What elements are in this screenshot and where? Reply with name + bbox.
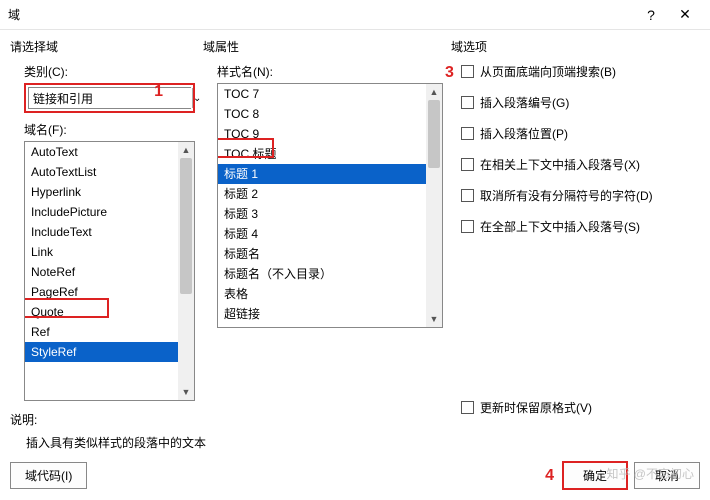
list-item[interactable]: 超链接	[218, 304, 426, 324]
footer: 说明: 插入具有类似样式的段落中的文本 域代码(I) 4 确定 取消	[0, 403, 710, 500]
list-item[interactable]: 标题名（不入目录）	[218, 264, 426, 284]
checkbox-icon	[461, 127, 474, 140]
checkbox-icon	[461, 65, 474, 78]
scroll-up-icon[interactable]: ▲	[178, 142, 194, 158]
close-button[interactable]: ✕	[668, 4, 702, 26]
fieldname-listbox[interactable]: 2 AutoTextAutoTextListHyperlinkIncludePi…	[24, 141, 195, 401]
stylename-listbox[interactable]: TOC 7TOC 8TOC 9TOC 标题标题 1标题 2标题 3标题 4标题名…	[217, 83, 443, 328]
option-checkbox[interactable]: 在相关上下文中插入段落号(X)	[461, 156, 700, 173]
list-item[interactable]: Quote	[25, 302, 178, 322]
list-item[interactable]: TOC 7	[218, 84, 426, 104]
callout-4: 4	[545, 467, 554, 485]
list-item[interactable]: 标题名	[218, 244, 426, 264]
callout-1: 1	[154, 83, 163, 101]
scroll-thumb[interactable]	[180, 158, 192, 294]
scrollbar[interactable]: ▲ ▼	[178, 142, 194, 400]
list-item[interactable]: IncludePicture	[25, 202, 178, 222]
chevron-down-icon[interactable]: ⌄	[192, 88, 201, 108]
help-button[interactable]: ?	[634, 4, 668, 26]
list-item[interactable]: 标题 3	[218, 204, 426, 224]
list-item[interactable]: 段	[218, 324, 426, 327]
scrollbar[interactable]: ▲ ▼	[426, 84, 442, 327]
option-label: 从页面底端向顶端搜索(B)	[480, 63, 616, 80]
titlebar: 域 ? ✕	[0, 0, 710, 30]
list-item[interactable]: TOC 9	[218, 124, 426, 144]
description-text: 插入具有类似样式的段落中的文本	[26, 434, 700, 451]
option-checkbox[interactable]: 在全部上下文中插入段落号(S)	[461, 218, 700, 235]
list-item[interactable]: StyleRef	[25, 342, 178, 362]
checkbox-icon	[461, 96, 474, 109]
list-item[interactable]: NoteRef	[25, 262, 178, 282]
list-item[interactable]: 表格	[218, 284, 426, 304]
list-item[interactable]: 标题 2	[218, 184, 426, 204]
checkbox-icon	[461, 220, 474, 233]
list-item[interactable]: AutoTextList	[25, 162, 178, 182]
ok-button[interactable]: 确定	[562, 461, 628, 490]
list-item[interactable]: IncludeText	[25, 222, 178, 242]
scroll-up-icon[interactable]: ▲	[426, 84, 442, 100]
option-label: 在相关上下文中插入段落号(X)	[480, 156, 640, 173]
select-field-header: 请选择域	[10, 38, 195, 55]
callout-3: 3	[445, 64, 454, 82]
list-item[interactable]: 标题 4	[218, 224, 426, 244]
category-combo[interactable]: ⌄	[28, 87, 191, 109]
field-properties-panel: 域属性 样式名(N): 3 TOC 7TOC 8TOC 9TOC 标题标题 1标…	[203, 36, 443, 430]
option-checkbox[interactable]: 取消所有没有分隔符号的字符(D)	[461, 187, 700, 204]
option-checkbox[interactable]: 插入段落位置(P)	[461, 125, 700, 142]
category-label: 类别(C):	[24, 63, 195, 80]
window-title: 域	[8, 6, 20, 23]
callout-2: 2	[97, 141, 106, 146]
checkbox-icon	[461, 158, 474, 171]
fieldname-label: 域名(F):	[24, 121, 195, 138]
option-checkbox[interactable]: 插入段落编号(G)	[461, 94, 700, 111]
option-label: 在全部上下文中插入段落号(S)	[480, 218, 640, 235]
description-label: 说明:	[10, 411, 700, 428]
list-item[interactable]: Link	[25, 242, 178, 262]
list-item[interactable]: PageRef	[25, 282, 178, 302]
list-item[interactable]: Hyperlink	[25, 182, 178, 202]
category-input[interactable]	[29, 88, 192, 108]
list-item[interactable]: Ref	[25, 322, 178, 342]
cancel-button[interactable]: 取消	[634, 462, 700, 489]
field-options-panel: 域选项 从页面底端向顶端搜索(B) 插入段落编号(G) 插入段落位置(P) 在相关上下…	[451, 36, 700, 430]
stylename-label: 样式名(N):	[217, 63, 443, 80]
scroll-down-icon[interactable]: ▼	[178, 384, 194, 400]
scroll-thumb[interactable]	[428, 100, 440, 168]
list-item[interactable]: TOC 标题	[218, 144, 426, 164]
checkbox-icon	[461, 189, 474, 202]
field-properties-header: 域属性	[203, 38, 443, 55]
select-field-panel: 请选择域 类别(C): 1 ⌄ 域名(F): 2 AutoTextAutoTex…	[10, 36, 195, 430]
list-item[interactable]: TOC 8	[218, 104, 426, 124]
option-label: 取消所有没有分隔符号的字符(D)	[480, 187, 653, 204]
scroll-down-icon[interactable]: ▼	[426, 311, 442, 327]
field-codes-button[interactable]: 域代码(I)	[10, 462, 87, 489]
option-label: 插入段落编号(G)	[480, 94, 569, 111]
dialog-body: 请选择域 类别(C): 1 ⌄ 域名(F): 2 AutoTextAutoTex…	[0, 30, 710, 430]
field-options-header: 域选项	[451, 38, 700, 55]
option-label: 插入段落位置(P)	[480, 125, 568, 142]
option-checkbox[interactable]: 从页面底端向顶端搜索(B)	[461, 63, 700, 80]
category-combo-wrap: 1 ⌄	[24, 83, 195, 113]
list-item[interactable]: 标题 1	[218, 164, 426, 184]
